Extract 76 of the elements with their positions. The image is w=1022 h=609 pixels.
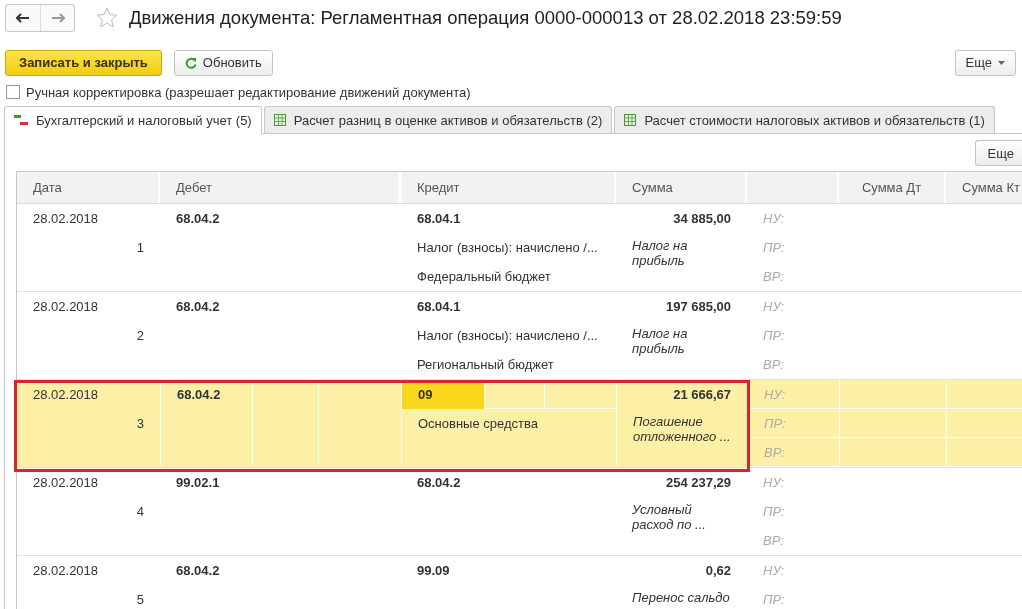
tax-label: ВР: [763,357,784,372]
credit-subaccount: Налог (взносы): начислено /... [417,240,598,255]
forward-arrow-icon [50,13,65,23]
column-header[interactable]: Дебет [160,172,401,203]
tax-label: ВР: [763,533,784,548]
amount-cell: 21 666,67 [673,387,731,402]
debit-account: 68.04.2 [176,563,220,578]
tax-label: НУ: [763,475,785,490]
back-arrow-icon [16,13,30,23]
tax-label: ПР: [763,328,785,343]
date-cell: 28.02.2018 [33,475,99,490]
credit-account: 09 [418,387,433,402]
amount-cell: 254 237,29 [665,475,731,490]
column-header[interactable]: Кредит [401,172,616,203]
column-header[interactable]: Сумма Кт [946,172,1022,203]
table-row[interactable]: 28.02.2018 4 99.02.1 68.04.2 254 237,29 Условный расход по ... НУ: ПР: ВР: [17,468,1022,556]
tab[interactable]: Расчет стоимости налоговых активов и обязательств (1) [614,106,995,133]
tax-label: ПР: [763,592,785,607]
star-icon[interactable] [95,6,119,30]
amount-cell: 197 685,00 [665,299,731,314]
table-row[interactable]: 28.02.2018 5 68.04.2 99.09 0,62 Перенос сальдо НУ: ПР: [17,556,1022,609]
column-header[interactable]: Сумма [616,172,747,203]
column-header[interactable]: Дата [17,172,160,203]
row-number: 4 [136,504,144,519]
date-cell: 28.02.2018 [33,211,99,226]
window-title: Движения документа: Регламентная операция 0000-000013 от 28.02.2018 23:59:59 [129,7,842,29]
operation-note: Погашение отложенного ... [632,413,732,444]
table-icon [624,114,637,126]
row-number: 1 [136,240,144,255]
credit-subaccount: Налог (взносы): начислено /... [417,328,598,343]
credit-subaccount: Федеральный бюджет [417,269,551,284]
date-cell: 28.02.2018 [33,387,99,402]
date-cell: 28.02.2018 [33,299,99,314]
more-button[interactable]: Еще [954,49,1016,76]
refresh-button[interactable]: Обновить [173,49,273,76]
credit-account: 99.09 [417,563,450,578]
tax-label: ПР: [764,416,786,431]
credit-subaccount: Основные средства [418,416,538,431]
column-header[interactable]: Сумма Дт [839,172,946,203]
amount-cell: 0,62 [705,563,731,578]
row-number: 3 [136,416,144,431]
debit-account: 99.02.1 [176,475,220,490]
table-icon [273,114,286,126]
tax-label: ПР: [763,504,785,519]
ledger-icon [14,114,28,127]
debit-account: 68.04.2 [176,211,220,226]
tax-label: ПР: [763,240,785,255]
date-cell: 28.02.2018 [33,563,99,578]
save-and-close-button[interactable]: Записать и закрыть [5,49,162,76]
refresh-icon [184,56,197,69]
operation-note: Перенос сальдо [631,589,731,605]
row-number: 5 [136,592,144,607]
operation-note: Налог на прибыль [631,237,689,268]
operation-note: Налог на прибыль [631,325,689,356]
tab[interactable]: Расчет разниц в оценке активов и обязательств (2) [263,106,613,133]
tax-label: НУ: [763,299,785,314]
credit-account: 68.04.1 [417,211,461,226]
tax-label: НУ: [764,387,786,402]
tax-label: ВР: [764,445,785,460]
more-button[interactable]: Еще [974,140,1022,166]
amount-cell: 34 885,00 [673,211,731,226]
operation-note: Условный расход по ... [630,501,707,532]
tax-label: НУ: [763,563,785,578]
tax-label: ВР: [763,269,784,284]
debit-account: 68.04.2 [177,387,221,402]
credit-subaccount: Региональный бюджет [417,357,554,372]
debit-account: 68.04.2 [176,299,220,314]
tax-label: НУ: [763,211,785,226]
checkbox-label: Ручная корректировка (разрешает редактирование движений документа) [26,84,471,100]
row-number: 2 [136,328,144,343]
credit-account: 68.04.1 [417,299,461,314]
caret-icon [998,60,1005,65]
tab[interactable]: Бухгалтерский и налоговый учет (5) [4,106,262,134]
credit-account: 68.04.2 [417,475,461,490]
checkbox[interactable] [6,85,20,99]
table-row[interactable]: 28.02.2018 1 68.04.2 68.04.1 Налог (взносы): начислено /... Федеральный бюджет 34 885,00 Налог на прибыль НУ: ПР: ВР: [17,204,1022,292]
